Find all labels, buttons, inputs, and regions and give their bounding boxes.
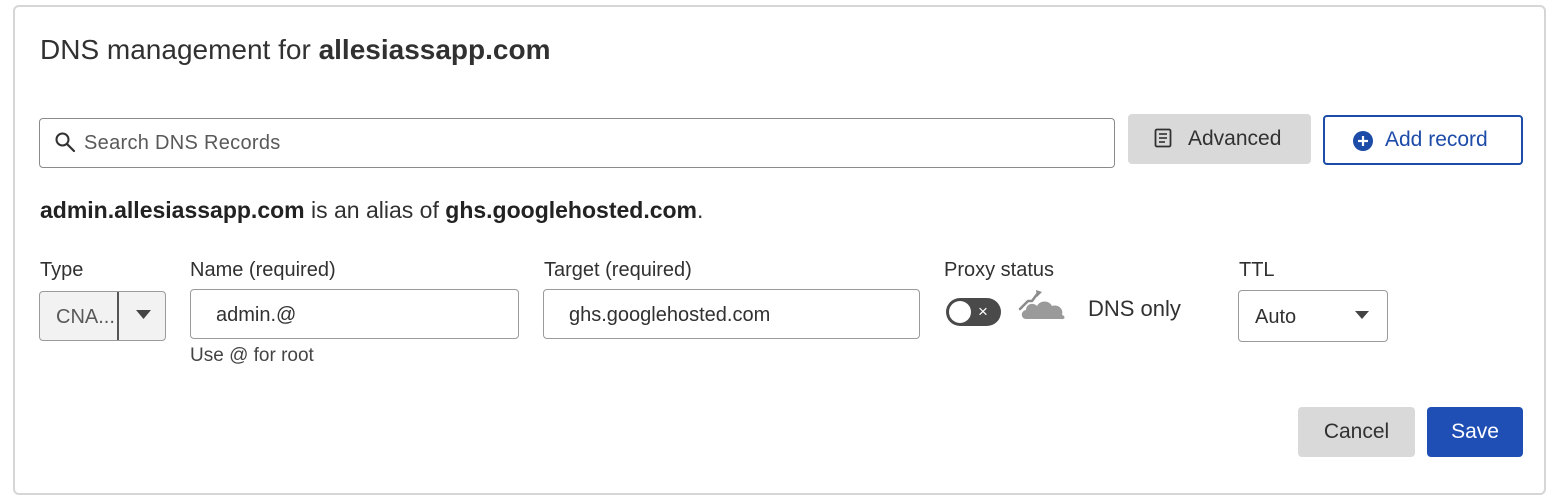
- alias-target: ghs.googlehosted.com: [445, 197, 697, 223]
- document-icon: [1154, 128, 1172, 148]
- add-record-button[interactable]: Add record: [1323, 115, 1523, 165]
- page-title-domain: allesiassapp.com: [318, 34, 551, 65]
- type-select[interactable]: CNA...: [39, 291, 166, 341]
- target-field[interactable]: ghs.googlehosted.com: [543, 289, 920, 339]
- toggle-off-glyph: ×: [978, 302, 988, 321]
- type-select-divider: [117, 292, 119, 340]
- alias-middle-text: is an alias of: [311, 197, 439, 223]
- proxy-status-label: Proxy status: [944, 259, 1055, 281]
- cancel-button[interactable]: Cancel: [1298, 407, 1415, 457]
- alias-name: admin.allesiassapp.com: [40, 197, 305, 223]
- caret-down-icon[interactable]: [136, 310, 151, 320]
- type-select-value: CNA...: [56, 306, 115, 328]
- name-hint: Use @ for root: [190, 345, 314, 366]
- target-label: Target (required): [544, 259, 692, 281]
- caret-down-icon: [1355, 311, 1369, 319]
- type-label: Type: [40, 259, 84, 281]
- page-title: DNS management for allesiassapp.com: [40, 34, 550, 66]
- plus-circle-icon: [1353, 131, 1373, 151]
- save-button[interactable]: Save: [1427, 407, 1523, 457]
- ttl-select[interactable]: Auto: [1238, 290, 1388, 342]
- proxy-status-text: DNS only: [1088, 296, 1181, 321]
- ttl-label: TTL: [1239, 259, 1275, 281]
- name-label: Name (required): [190, 259, 336, 281]
- alias-notice: admin.allesiassapp.com is an alias of gh…: [40, 197, 703, 224]
- alias-end-punct: .: [697, 197, 704, 223]
- ttl-select-value: Auto: [1255, 306, 1297, 328]
- search-icon: [55, 132, 76, 153]
- page-title-prefix: DNS management for: [40, 34, 311, 65]
- advanced-button-label: Advanced: [1188, 127, 1282, 150]
- toggle-knob: [949, 301, 971, 323]
- search-placeholder: Search DNS Records: [84, 132, 281, 154]
- proxy-status-toggle[interactable]: ×: [946, 298, 1001, 326]
- name-field[interactable]: admin.@: [190, 289, 519, 339]
- search-input[interactable]: Search DNS Records: [39, 118, 1115, 168]
- advanced-button[interactable]: Advanced: [1128, 114, 1311, 164]
- cloud-dns-only-icon: [1018, 290, 1065, 320]
- add-record-button-label: Add record: [1385, 128, 1488, 151]
- target-field-value: ghs.googlehosted.com: [569, 304, 771, 326]
- name-field-value: admin.@: [216, 304, 297, 326]
